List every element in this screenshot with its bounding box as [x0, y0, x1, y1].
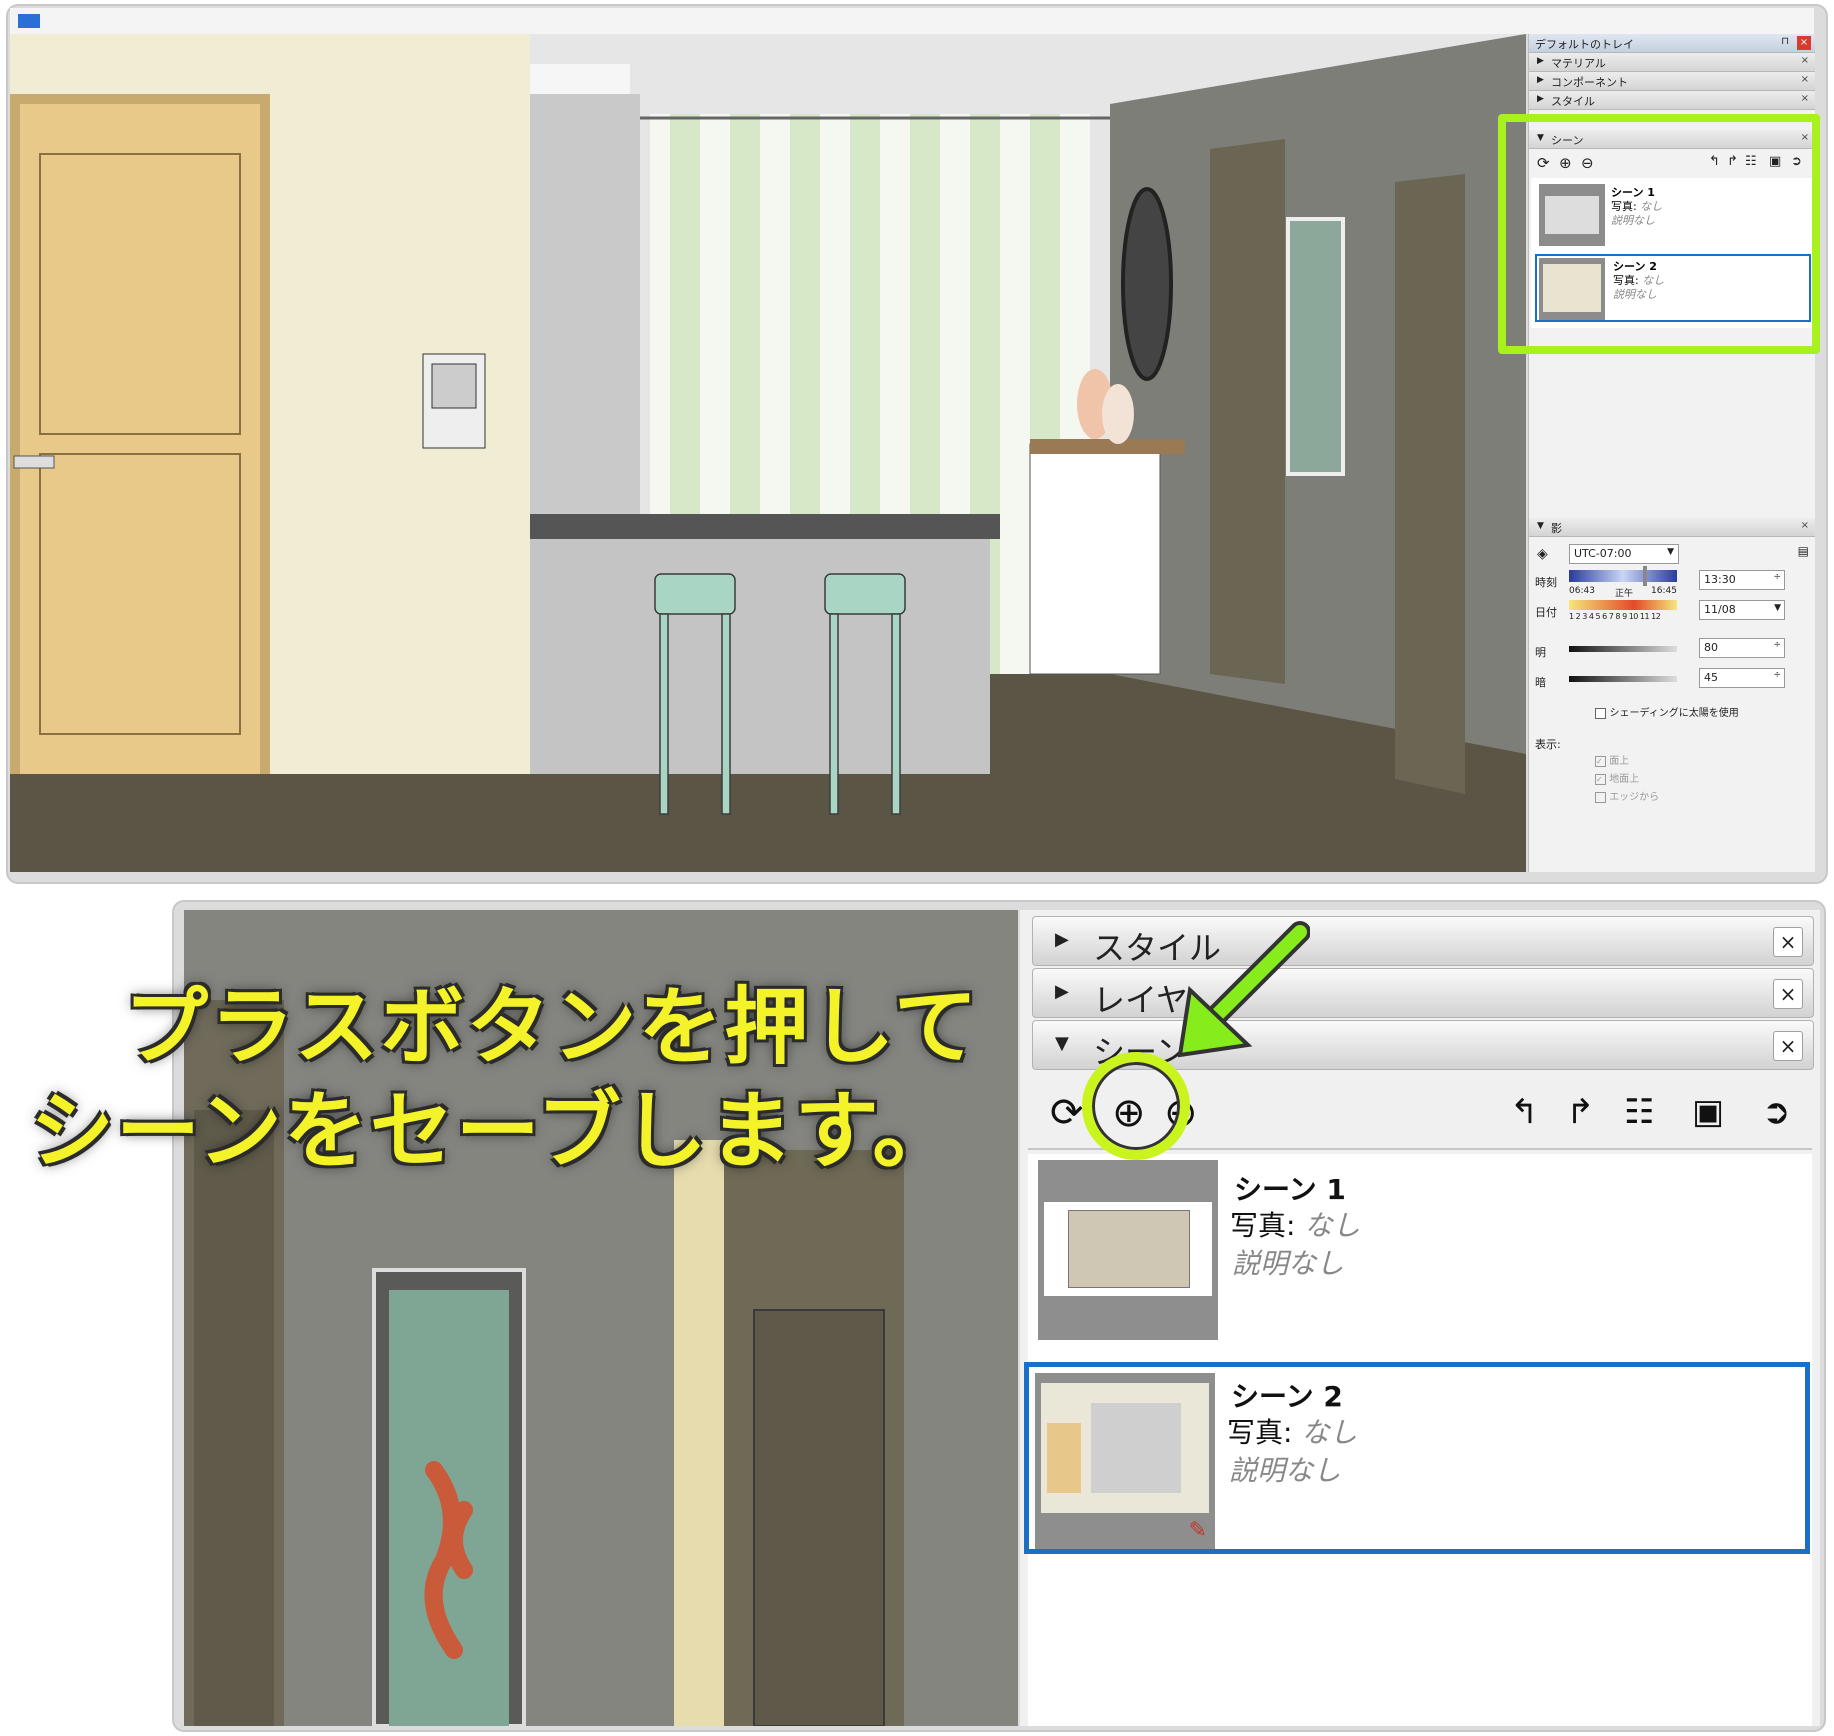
collapsed-triangle-icon: ▶	[1055, 929, 1069, 950]
close-icon[interactable]: ×	[1801, 520, 1809, 531]
expanded-triangle-icon: ▼	[1537, 521, 1544, 531]
panel-shadows[interactable]: ▼ 影 ×	[1529, 518, 1815, 537]
use-sun-checkbox[interactable]: シェーディングに太陽を使用	[1595, 704, 1739, 719]
collapsed-triangle-icon: ▶	[1537, 75, 1544, 85]
use-sun-label: シェーディングに太陽を使用	[1609, 708, 1739, 719]
month-ticks: 1 2 3 4 5 6 7 8 9 10 11 12	[1569, 612, 1661, 621]
zoomed-tray: ▶ スタイル × ▶ レイヤ × ▼ シーン × ⟳ ⊕ ⊖ ↰ ↱ ☷ ▣ ➲…	[1020, 910, 1820, 1726]
close-icon[interactable]: ×	[1773, 1031, 1803, 1061]
pointer-arrow-icon	[1177, 921, 1310, 1058]
close-icon[interactable]: ×	[1801, 74, 1809, 85]
move-scene-down-icon[interactable]: ↱	[1566, 1092, 1595, 1132]
light-label: 明	[1535, 646, 1546, 659]
collapsed-triangle-icon: ▶	[1537, 56, 1544, 66]
panel-label: スタイル	[1551, 95, 1595, 108]
callout-line-2: シーンをセーブします。	[30, 1082, 959, 1180]
tray-title-bar: デフォルトのトレイ ⊓ ×	[1529, 34, 1815, 53]
time-label: 時刻	[1535, 576, 1557, 589]
panel-components[interactable]: ▶ コンポーネント ×	[1529, 72, 1815, 91]
panel-styles[interactable]: ▶ スタイル ×	[1032, 916, 1814, 967]
light-value: 80	[1704, 641, 1718, 654]
time-input[interactable]: 13:30 ÷	[1699, 570, 1785, 590]
display-label: 表示:	[1535, 738, 1561, 751]
on-ground-checkbox[interactable]: ✓ 地面上	[1595, 770, 1639, 785]
pencil-icon: ✎	[1188, 1518, 1207, 1543]
details-toggle-icon[interactable]: ▤	[1798, 544, 1809, 558]
scene-list: シーン 1 写真: なし 説明なし ✎ シーン 2 写真: なし 説明なし	[1024, 1154, 1812, 1726]
close-icon[interactable]: ×	[1773, 979, 1803, 1009]
timezone-select[interactable]: UTC-07:00 ▼	[1569, 544, 1679, 564]
from-edges-checkbox[interactable]: エッジから	[1595, 788, 1659, 803]
date-label: 日付	[1535, 606, 1557, 619]
time-slider[interactable]	[1569, 570, 1677, 582]
collapsed-triangle-icon: ▶	[1055, 981, 1069, 1002]
spinner-icon[interactable]: ÷	[1773, 670, 1781, 680]
scenes-highlight-box	[1498, 114, 1820, 354]
close-icon[interactable]: ×	[1801, 93, 1809, 104]
tray-title: デフォルトのトレイ	[1535, 38, 1634, 51]
scene-item-selected[interactable]: ✎ シーン 2 写真: なし 説明なし	[1024, 1362, 1810, 1554]
light-input[interactable]: 80 ÷	[1699, 638, 1785, 658]
collapsed-triangle-icon: ▶	[1537, 94, 1544, 104]
spinner-icon[interactable]: ÷	[1773, 572, 1781, 582]
light-slider[interactable]	[1569, 646, 1677, 652]
scene-description: 説明なし	[1229, 1454, 1342, 1487]
date-value: 11/08	[1704, 603, 1736, 616]
panel-label: マテリアル	[1551, 57, 1606, 70]
model-viewport[interactable]	[10, 34, 1526, 872]
date-slider[interactable]	[1569, 600, 1677, 610]
date-input[interactable]: 11/08 ▼	[1699, 600, 1785, 620]
photo-value: なし	[1301, 1416, 1358, 1449]
timezone-value: UTC-07:00	[1574, 547, 1632, 560]
close-icon[interactable]: ×	[1801, 55, 1809, 66]
chevron-down-icon[interactable]: ▼	[1774, 603, 1781, 613]
time-end: 16:45	[1651, 586, 1677, 596]
move-scene-up-icon[interactable]: ↰	[1510, 1092, 1539, 1132]
refresh-scene-icon[interactable]: ⟳	[1050, 1090, 1084, 1136]
app-icon	[18, 14, 40, 28]
scene-description: 説明なし	[1232, 1247, 1345, 1280]
scene-photo-line: 写真: なし	[1227, 1411, 1357, 1451]
close-icon[interactable]: ×	[1773, 927, 1803, 957]
panel-styles[interactable]: ▶ スタイル ×	[1529, 91, 1815, 110]
time-value: 13:30	[1704, 573, 1736, 586]
panel-materials[interactable]: ▶ マテリアル ×	[1529, 53, 1815, 72]
scene-thumbnail: ✎	[1035, 1373, 1215, 1549]
chevron-down-icon: ▼	[1667, 547, 1674, 557]
shadow-toggle-icon[interactable]: ◈	[1537, 546, 1548, 562]
photo-label: 写真:	[1230, 1209, 1296, 1242]
on-faces-checkbox[interactable]: ✓ 面上	[1595, 752, 1629, 767]
show-details-icon[interactable]: ➲	[1762, 1092, 1791, 1132]
spinner-icon[interactable]: ÷	[1773, 640, 1781, 650]
photo-label: 写真:	[1227, 1416, 1293, 1449]
dark-input[interactable]: 45 ÷	[1699, 668, 1785, 688]
callout-line-1: プラスボタンを押して	[124, 978, 980, 1076]
scene-name: シーン 2	[1231, 1380, 1343, 1413]
on-ground-label: 地面上	[1609, 774, 1640, 785]
shadows-settings: ◈ UTC-07:00 ▼ ▤ 時刻 06:43 正午 16:45 13:30 …	[1529, 538, 1815, 872]
dark-label: 暗	[1535, 676, 1546, 689]
pin-icon[interactable]: ⊓	[1781, 36, 1789, 47]
dark-slider[interactable]	[1569, 676, 1677, 682]
close-icon[interactable]: ×	[1797, 36, 1811, 50]
dark-value: 45	[1704, 671, 1718, 684]
photo-value: なし	[1304, 1209, 1361, 1242]
panel-label: コンポーネント	[1551, 76, 1628, 89]
scene-name: シーン 1	[1234, 1173, 1346, 1206]
time-slider-thumb[interactable]	[1643, 566, 1647, 586]
expanded-triangle-icon: ▼	[1055, 1033, 1069, 1054]
scene-photo-line: 写真: なし	[1230, 1204, 1360, 1244]
time-start: 06:43	[1569, 586, 1595, 596]
room-scene-illustration	[10, 34, 1526, 872]
time-noon: 正午	[1615, 589, 1634, 599]
view-options-icon[interactable]: ☷	[1624, 1092, 1654, 1132]
scene-item[interactable]: シーン 1 写真: なし 説明なし	[1032, 1160, 1806, 1346]
scene-thumbnail	[1038, 1160, 1218, 1340]
panel-layers[interactable]: ▶ レイヤ ×	[1032, 968, 1814, 1019]
from-edges-label: エッジから	[1609, 792, 1660, 803]
top-title-bar	[10, 8, 1814, 34]
on-faces-label: 面上	[1609, 756, 1630, 767]
details-icon[interactable]: ▣	[1692, 1092, 1724, 1132]
panel-label: 影	[1551, 522, 1562, 535]
